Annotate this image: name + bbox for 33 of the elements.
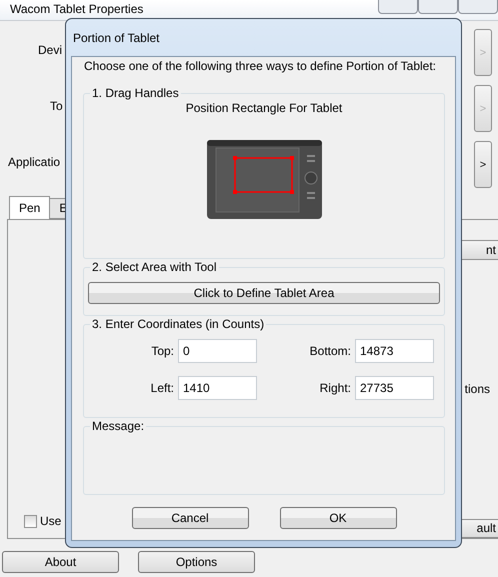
group-legend: 1. Drag Handles	[90, 86, 181, 100]
tab[interactable]: Pen	[9, 196, 50, 219]
checkbox-label: Use	[40, 514, 62, 528]
footer-button[interactable]: About	[2, 551, 119, 573]
field-label: Devi	[37, 43, 63, 59]
field-label: To	[49, 99, 63, 115]
close-button[interactable]	[458, 0, 498, 14]
preview-caption: Position Rectangle For Tablet	[186, 101, 342, 115]
panel-label: tions	[464, 382, 491, 396]
instruction-text: Choose one of the following three ways to define Portion of Tablet:	[83, 59, 438, 73]
group-legend: Message:	[90, 419, 146, 433]
field-label: Left:	[150, 381, 174, 395]
checkbox[interactable]	[24, 514, 37, 528]
tablet-drawing[interactable]	[206, 140, 322, 219]
window-title: Wacom Tablet Properties	[9, 2, 144, 16]
group-legend: 2. Select Area with Tool	[90, 260, 219, 274]
define-area-button[interactable]: Click to Define Tablet Area	[88, 282, 440, 304]
dialog-button[interactable]: OK	[280, 507, 396, 529]
field-label: Applicatio	[7, 155, 62, 171]
coordinate-field[interactable]: 0	[178, 339, 257, 363]
field-label: Right:	[318, 381, 351, 395]
group-legend: 3. Enter Coordinates (in Counts)	[90, 317, 266, 331]
field-label: Top:	[150, 344, 174, 358]
coordinate-field[interactable]: 14873	[355, 339, 434, 363]
footer-button[interactable]: Options	[138, 551, 255, 573]
dialog-button[interactable]: Cancel	[132, 507, 248, 529]
coordinate-field[interactable]: 27735	[355, 376, 434, 400]
coordinate-field[interactable]: 1410	[178, 376, 257, 400]
expand-button[interactable]: >	[474, 141, 492, 188]
maximize-button[interactable]	[418, 0, 458, 14]
field-label: Bottom:	[308, 344, 351, 358]
minimize-button[interactable]	[378, 0, 418, 14]
dialog-title: Portion of Tablet	[72, 30, 161, 47]
